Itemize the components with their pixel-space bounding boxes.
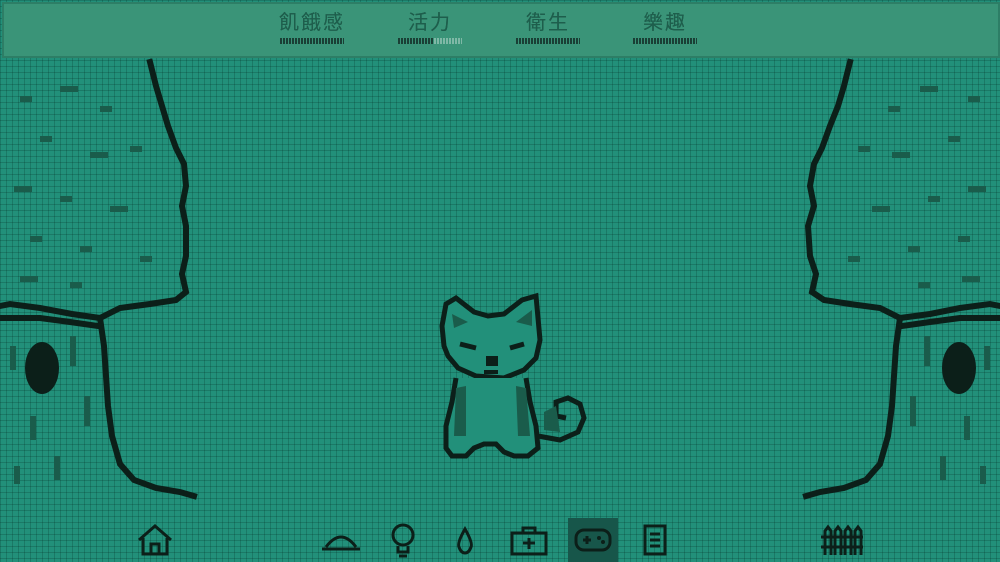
stat-hunger-label: 飢餓感 [279, 10, 345, 34]
stat-energy-label: 活力 [408, 10, 452, 34]
stat-hunger-meter [280, 38, 344, 44]
yard-button[interactable] [816, 518, 866, 562]
stat-hygiene-label: 衛生 [526, 10, 570, 34]
stat-energy: 活力 [395, 10, 465, 44]
action-toolbar [0, 506, 1000, 562]
stat-fun-label: 樂趣 [643, 10, 687, 34]
stat-hygiene: 衛生 [513, 10, 583, 44]
lightbulb-icon [391, 523, 415, 558]
status-button[interactable] [630, 518, 680, 562]
stat-hunger: 飢餓感 [277, 10, 347, 44]
stat-meter-fill [280, 38, 344, 44]
left-tree-texture [10, 86, 152, 484]
fence-icon [821, 524, 863, 555]
stat-meter-fill [633, 38, 697, 44]
feed-button[interactable] [316, 518, 366, 562]
clean-button[interactable] [440, 518, 490, 562]
play-button[interactable] [568, 518, 618, 562]
home-button[interactable] [130, 518, 180, 562]
play-scene [0, 56, 1000, 504]
stat-meter-fill [516, 38, 580, 44]
pet-nose [486, 356, 498, 366]
medical-kit-icon [510, 526, 548, 556]
game-screen: 飢餓感 活力 衛生 樂趣 [0, 0, 1000, 562]
light-button[interactable] [378, 518, 428, 562]
left-tree-hollow [25, 342, 59, 394]
stat-fun-meter [633, 38, 697, 44]
gamepad-icon [574, 528, 612, 552]
right-tree-hollow [942, 342, 976, 394]
stat-hygiene-meter [516, 38, 580, 44]
stat-meter-fill [398, 38, 434, 44]
status-card-icon [643, 524, 667, 556]
medicine-button[interactable] [504, 518, 554, 562]
water-drop-icon [457, 525, 473, 555]
food-bowl-icon [322, 535, 360, 551]
home-icon [138, 524, 172, 556]
pet-character[interactable] [439, 292, 587, 459]
stat-energy-meter [398, 38, 462, 44]
stats-bar: 飢餓感 活力 衛生 樂趣 [2, 2, 1000, 58]
stat-fun: 樂趣 [630, 10, 700, 44]
right-tree-texture [848, 86, 990, 484]
